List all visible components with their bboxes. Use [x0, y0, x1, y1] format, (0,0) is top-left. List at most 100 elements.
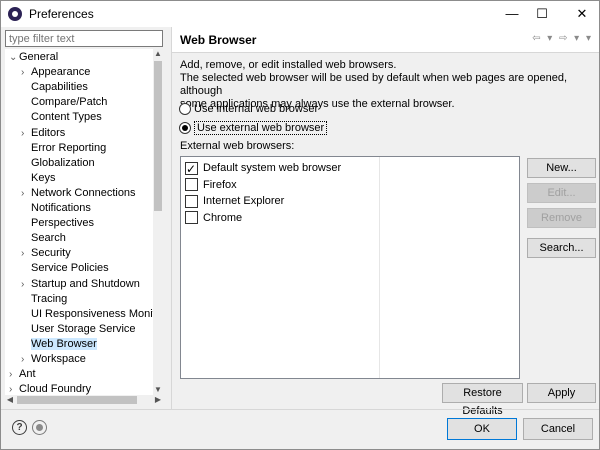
- browser-list-item[interactable]: Default system web browser: [185, 160, 341, 177]
- tree-item-label: Startup and Shutdown: [31, 277, 140, 290]
- browser-name: Internet Explorer: [203, 195, 285, 207]
- browser-list-item[interactable]: Internet Explorer: [185, 193, 284, 209]
- tree-vertical-scrollbar[interactable]: ▲ ▼: [153, 49, 163, 395]
- title-bar: Preferences — ☐ ✕: [1, 1, 599, 27]
- external-browsers-list: Default system web browser Firefox Interne…: [180, 156, 520, 379]
- filter-input[interactable]: [5, 30, 163, 47]
- tree-item[interactable]: › Cloud Foundry: [9, 382, 91, 395]
- external-browsers-label: External web browsers:: [180, 140, 295, 152]
- column-separator: [379, 157, 380, 378]
- radio-checked-icon[interactable]: [179, 122, 191, 135]
- tree-item-label: Error Reporting: [31, 141, 107, 154]
- tree-item-label: Globalization: [31, 156, 95, 169]
- tree-item[interactable]: Error Reporting: [21, 141, 106, 156]
- scroll-left-arrow-icon[interactable]: ◀: [5, 395, 15, 405]
- radio-external-label: Use external web browser: [194, 121, 328, 135]
- tree-item[interactable]: › Editors: [21, 126, 65, 141]
- page-title: Web Browser: [180, 33, 257, 47]
- checkbox-unchecked-icon[interactable]: [185, 194, 198, 208]
- search-button[interactable]: Search...: [527, 238, 596, 258]
- help-icon[interactable]: ?: [12, 420, 27, 435]
- page-header: Web Browser ⇦ ▾ ⇨ ▾ ▾: [172, 27, 599, 53]
- collapsed-chevron-icon[interactable]: ›: [9, 367, 19, 382]
- radio-internal-label: Use internal web browser: [194, 103, 319, 115]
- new-button[interactable]: New...: [527, 158, 596, 178]
- expanded-chevron-icon[interactable]: ⌄: [9, 50, 19, 65]
- tree-item-label: Notifications: [31, 202, 91, 214]
- back-forward-nav-icon[interactable]: ⇦ ▾ ⇨ ▾ ▾: [532, 33, 593, 44]
- tree-item-label: Capabilities: [31, 81, 88, 94]
- checkbox-checked-icon[interactable]: [185, 161, 198, 177]
- tree-item[interactable]: ⌄ General: [9, 50, 58, 65]
- scroll-right-arrow-icon[interactable]: ▶: [153, 395, 163, 405]
- tree-item[interactable]: › Security: [21, 246, 71, 261]
- tree-item-label: Cloud Foundry: [19, 383, 92, 395]
- record-macro-icon[interactable]: [32, 420, 47, 435]
- tree-item-label: Web Browser: [31, 337, 97, 350]
- window-title: Preferences: [29, 7, 94, 21]
- edit-button[interactable]: Edit...: [527, 183, 596, 203]
- tree-item[interactable]: Service Policies: [21, 261, 109, 276]
- tree-item-label: Tracing: [31, 292, 68, 305]
- tree-item[interactable]: Compare/Patch: [21, 95, 107, 110]
- tree-item[interactable]: › Appearance: [21, 65, 90, 80]
- tree-item[interactable]: UI Responsiveness Monito: [21, 307, 162, 322]
- radio-unchecked-icon[interactable]: [179, 103, 191, 116]
- close-button[interactable]: ✕: [565, 1, 599, 27]
- tree-item[interactable]: Web Browser: [21, 337, 97, 352]
- tree-item-label: Security: [31, 247, 71, 260]
- collapsed-chevron-icon[interactable]: ›: [21, 186, 31, 201]
- collapsed-chevron-icon[interactable]: ›: [21, 352, 31, 367]
- collapsed-chevron-icon[interactable]: ›: [21, 277, 31, 292]
- browser-list-item[interactable]: Chrome: [185, 210, 242, 226]
- description-line: Add, remove, or edit installed web brows…: [180, 59, 397, 71]
- browser-name: Chrome: [203, 211, 243, 224]
- tree-item[interactable]: Perspectives: [21, 216, 94, 231]
- cancel-button[interactable]: Cancel: [523, 418, 593, 440]
- tree-item-label: Appearance: [31, 66, 91, 79]
- tree-item[interactable]: Capabilities: [21, 80, 88, 95]
- browser-name: Firefox: [203, 178, 237, 191]
- tree-item-label: Compare/Patch: [31, 96, 108, 109]
- eclipse-app-icon: [8, 7, 22, 21]
- collapsed-chevron-icon[interactable]: ›: [21, 65, 31, 80]
- collapsed-chevron-icon[interactable]: ›: [9, 382, 19, 395]
- checkbox-unchecked-icon[interactable]: [185, 211, 198, 225]
- scroll-up-arrow-icon[interactable]: ▲: [153, 49, 163, 59]
- scroll-thumb[interactable]: [154, 61, 162, 211]
- description-line: The selected web browser will be used by…: [180, 72, 568, 97]
- tree-item[interactable]: › Startup and Shutdown: [21, 277, 140, 292]
- tree-item[interactable]: Notifications: [21, 201, 91, 216]
- tree-item-label: User Storage Service: [31, 322, 136, 335]
- tree-item[interactable]: › Ant: [9, 367, 36, 382]
- minimize-button[interactable]: —: [495, 1, 529, 27]
- browser-list-item[interactable]: Firefox: [185, 177, 237, 193]
- tree-item[interactable]: Tracing: [21, 292, 67, 307]
- tree-item[interactable]: Search: [21, 231, 66, 246]
- tree-item[interactable]: Globalization: [21, 156, 95, 171]
- footer-separator: [1, 409, 599, 410]
- tree-item[interactable]: › Workspace: [21, 352, 86, 367]
- tree-item[interactable]: › Network Connections: [21, 186, 136, 201]
- panel-divider[interactable]: [171, 27, 172, 409]
- tree-horizontal-scrollbar[interactable]: ◀ ▶: [5, 395, 163, 405]
- remove-button[interactable]: Remove: [527, 208, 596, 228]
- tree-item-label: Network Connections: [31, 186, 136, 199]
- collapsed-chevron-icon[interactable]: ›: [21, 246, 31, 261]
- scroll-down-arrow-icon[interactable]: ▼: [153, 385, 163, 395]
- apply-button[interactable]: Apply: [527, 383, 596, 403]
- radio-external-browser[interactable]: Use external web browser: [179, 120, 328, 136]
- tree-item[interactable]: User Storage Service: [21, 322, 136, 337]
- radio-internal-browser[interactable]: Use internal web browser: [179, 101, 318, 117]
- collapsed-chevron-icon[interactable]: ›: [21, 126, 31, 141]
- tree-item[interactable]: Keys: [21, 171, 55, 186]
- tree-item-label: General: [19, 51, 59, 63]
- restore-defaults-button[interactable]: Restore Defaults: [442, 383, 523, 417]
- tree-item-label: Content Types: [31, 111, 102, 124]
- checkbox-unchecked-icon[interactable]: [185, 178, 198, 192]
- hscroll-thumb[interactable]: [17, 396, 137, 404]
- maximize-button[interactable]: ☐: [525, 1, 559, 27]
- tree-item[interactable]: Content Types: [21, 110, 102, 125]
- tree-item-label: Perspectives: [31, 217, 94, 230]
- ok-button[interactable]: OK: [447, 418, 517, 440]
